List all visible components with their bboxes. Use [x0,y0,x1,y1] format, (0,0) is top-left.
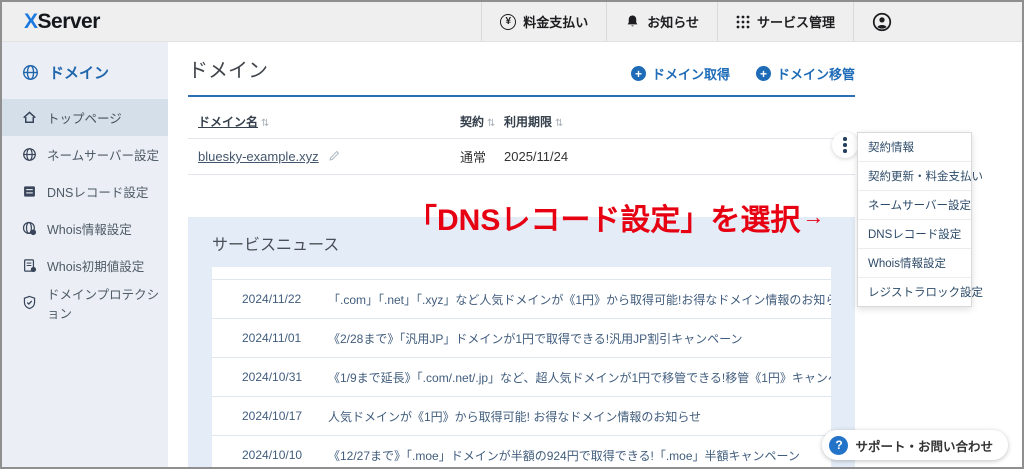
domain-context-menu: 契約情報 契約更新・料金支払い ネームサーバー設定 DNSレコード設定 Whoi… [857,132,983,307]
xserver-logo[interactable]: XServer [2,10,100,34]
sidebar-item-label: Whois初期値設定 [47,260,145,274]
action-label: ドメイン取得 [651,67,730,82]
domain-link[interactable]: bluesky-example.xyz [198,149,319,164]
sidebar-item-whois-default-settings[interactable]: Whois初期値設定 [2,247,168,284]
menu-item-registrar-lock-settings[interactable]: レジストラロック設定 [858,278,983,306]
domain-table-row: bluesky-example.xyz 通常 2025/11/24 [188,139,855,175]
news-item[interactable]: 2024/10/17 人気ドメインが《1円》から取得可能! お得なドメイン情報の… [212,396,831,435]
logo-rest: Server [37,9,101,33]
news-date: 2024/10/10 [242,448,303,462]
page-title: ドメイン [188,60,268,82]
support-label: サポート・お問い合わせ [855,439,993,454]
menu-item-whois-info-settings[interactable]: Whois情報設定 [858,249,971,278]
news-text: 「.com」「.net」「.xyz」など人気ドメインが《1円》から取得可能!お得… [328,292,831,307]
document-user-icon [22,258,37,273]
column-header-label: ドメイン名 [198,115,259,129]
main-content: ドメイン + ドメイン取得 + ドメイン移管 ドメイン名 ⇅ 契約 ⇅ 利用期限 ⇅ … [188,54,855,467]
nav-item-notices[interactable]: お知らせ [606,2,717,41]
xserver-domain-panel: XServer ¥ 料金支払い お知らせ サービス管理 ドメイン トップページ … [0,0,1024,469]
sort-icon: ⇅ [555,118,564,129]
news-text: 人気ドメインが《1円》から取得可能! お得なドメイン情報のお知らせ [328,409,702,424]
sidebar-section-domain[interactable]: ドメイン [2,42,168,99]
grid-icon [736,15,750,29]
sidebar-item-dns-record-settings[interactable]: DNSレコード設定 [2,173,168,210]
nav-item-service-management[interactable]: サービス管理 [716,2,853,41]
column-header-label: 利用期限 [504,115,553,129]
sidebar-item-label: ネームサーバー設定 [47,149,160,163]
sidebar: ドメイン トップページ ネームサーバー設定 DNSレコード設定 Whois情報設 [2,42,168,467]
nav-item-payment[interactable]: ¥ 料金支払い [481,2,606,41]
expiry-cell: 2025/11/24 [504,149,569,164]
sidebar-item-label: ドメインプロテクション [47,287,160,321]
news-item[interactable]: 2024/10/31 《1/9まで延長》「.com/.net/.jp」など、超人… [212,357,831,396]
logo-x: X [24,9,38,33]
globe-user-icon [22,221,37,236]
row-actions-kebab-button[interactable] [832,132,858,158]
menu-item-dns-record-settings[interactable]: DNSレコード設定 [858,220,971,249]
nav-item-label: お知らせ [647,15,699,30]
sidebar-item-domain-protection[interactable]: ドメインプロテクション [2,284,168,321]
menu-item-nameserver-settings[interactable]: ネームサーバー設定 [858,191,971,220]
globe-icon [22,147,37,162]
yen-circle-icon: ¥ [500,13,517,30]
column-header-expiry[interactable]: 利用期限 ⇅ [504,113,845,130]
domain-transfer-button[interactable]: + ドメイン移管 [755,64,855,83]
news-date: 2024/11/22 [242,292,302,306]
nav-item-account[interactable] [853,2,910,41]
sort-icon: ⇅ [261,118,270,129]
news-text: 《1/9まで延長》「.com/.net/.jp」など、超人気ドメインが1円で移管… [328,370,831,385]
menu-item-contract-info[interactable]: 契約情報 [858,133,971,162]
news-date: 2024/10/17 [242,409,303,423]
account-icon [872,12,892,32]
annotation-text: 「DNSレコード設定」を選択 [407,204,801,237]
tutorial-annotation: 「DNSレコード設定」を選択 → [407,195,824,239]
nav-item-label: 料金支払い [523,15,589,30]
home-icon [22,110,37,125]
annotation-arrow-icon: → [802,204,825,229]
news-text: 《2/28まで》「汎用JP」ドメインが1円で取得できる!汎用JP割引キャンペーン [328,331,743,346]
sidebar-item-label: Whois情報設定 [47,223,132,237]
bell-icon [625,14,640,29]
plus-circle-icon: + [630,66,646,81]
menu-item-contract-renewal-payment[interactable]: 契約更新・料金支払い [858,162,983,191]
shield-icon [22,295,37,310]
page-head: ドメイン + ドメイン取得 + ドメイン移管 [188,54,855,97]
nav-item-label: サービス管理 [756,15,835,30]
contract-cell: 通常 [460,150,487,165]
globe-icon [22,64,39,81]
news-item[interactable]: 2024/11/01 《2/28まで》「汎用JP」ドメインが1円で取得できる!汎… [212,318,831,357]
news-item[interactable]: 2024/10/10 《12/27まで》「.moe」ドメインが半額の924円で取… [212,435,831,467]
column-header-contract[interactable]: 契約 ⇅ [460,113,504,130]
news-date: 2024/11/01 [242,331,302,345]
sort-icon: ⇅ [487,118,496,129]
news-date: 2024/10/31 [242,370,303,384]
support-contact-button[interactable]: ? サポート・お問い合わせ [822,430,1008,460]
domain-table-header: ドメイン名 ⇅ 契約 ⇅ 利用期限 ⇅ [188,97,855,139]
top-header: XServer ¥ 料金支払い お知らせ サービス管理 [2,2,1022,42]
page-actions: + ドメイン取得 + ドメイン移管 [630,64,855,83]
sidebar-item-label: トップページ [47,112,122,126]
sidebar-section-label: ドメイン [49,65,110,82]
sidebar-item-whois-info-settings[interactable]: Whois情報設定 [2,210,168,247]
plus-circle-icon: + [755,66,771,81]
domain-acquire-button[interactable]: + ドメイン取得 [630,64,730,83]
server-icon [22,184,37,199]
top-nav: ¥ 料金支払い お知らせ サービス管理 [481,2,910,41]
sidebar-item-label: DNSレコード設定 [47,186,149,200]
column-header-domain-name[interactable]: ドメイン名 ⇅ [198,113,460,130]
edit-pencil-icon[interactable] [329,149,341,161]
question-mark-icon: ? [829,435,849,455]
action-label: ドメイン移管 [776,67,855,82]
sidebar-item-top-page[interactable]: トップページ [2,99,168,136]
sidebar-item-nameserver-settings[interactable]: ネームサーバー設定 [2,136,168,173]
news-text: 《12/27まで》「.moe」ドメインが半額の924円で取得できる!「.moe」… [328,448,800,463]
news-item[interactable]: 2024/11/22 「.com」「.net」「.xyz」など人気ドメインが《1… [212,279,831,318]
domain-cell: bluesky-example.xyz [198,149,460,164]
column-header-label: 契約 [460,115,485,129]
service-news-card: 2024/11/22 「.com」「.net」「.xyz」など人気ドメインが《1… [212,267,831,467]
service-news-section: サービスニュース 2024/11/22 「.com」「.net」「.xyz」など… [188,217,855,467]
